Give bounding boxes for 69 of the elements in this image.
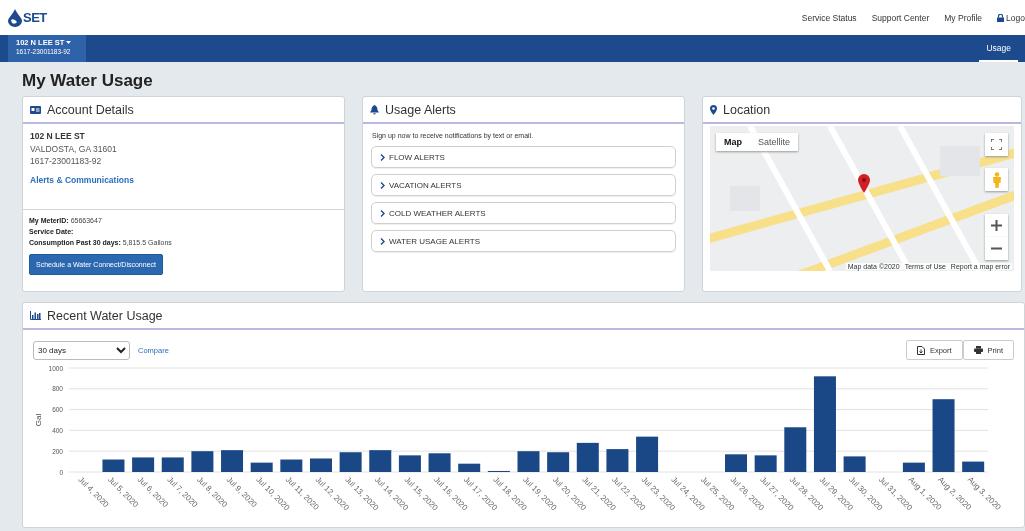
map-type-tab[interactable]: Map: [716, 133, 750, 151]
zoom-in-button[interactable]: [985, 214, 1008, 237]
usage-bar: [754, 455, 777, 472]
usage-bar: [902, 462, 925, 472]
document-icon: [916, 345, 925, 355]
usage-bar: [962, 461, 985, 472]
header-link[interactable]: Logo: [997, 12, 1025, 23]
usage-bar: [369, 450, 392, 472]
usage-bar: [132, 457, 155, 472]
usage-bar: [458, 463, 481, 472]
map-pin-icon: [710, 104, 717, 115]
usage-bar: [547, 452, 570, 472]
usage-bar: [428, 453, 451, 472]
usage-bar: [517, 451, 540, 472]
usage-bar: [398, 455, 421, 472]
printer-icon: [973, 346, 983, 354]
alert-accordion[interactable]: FLOW ALERTS: [371, 146, 676, 168]
card-title: Location: [723, 102, 771, 117]
card-title: Usage Alerts: [385, 102, 456, 117]
lock-icon: [997, 13, 1005, 22]
caret-icon: [66, 40, 72, 45]
usage-bar: [606, 449, 629, 472]
logo-text: SET: [23, 10, 47, 25]
usage-bar: [102, 459, 125, 472]
alert-accordion[interactable]: VACATION ALERTS: [371, 174, 676, 196]
y-axis-title: Gal: [34, 413, 43, 427]
plus-icon: [991, 220, 1002, 231]
fullscreen-icon: [991, 139, 1002, 150]
chevron-icon: [380, 153, 385, 161]
account-number: 1617-23001183-92: [30, 155, 103, 168]
page-title: My Water Usage: [22, 71, 153, 91]
zoom-out-button[interactable]: [985, 237, 1008, 260]
fullscreen-button[interactable]: [985, 133, 1008, 156]
nav-tab[interactable]: Usage: [979, 35, 1018, 62]
city-line: VALDOSTA, GA 31601: [30, 142, 118, 155]
usage-bar: [576, 442, 599, 472]
address-line: 102 N LEE ST: [30, 130, 86, 143]
water-drop-logo-icon: [8, 8, 22, 27]
usage-bar: [636, 436, 659, 472]
header-link[interactable]: Service Status: [801, 12, 857, 23]
card-title: Account Details: [47, 102, 134, 117]
bell-icon: [370, 104, 379, 115]
bar-chart-icon: [30, 311, 41, 320]
usage-bar: [725, 454, 747, 472]
alerts-link[interactable]: Alerts & Communications: [30, 173, 134, 186]
usage-bar: [310, 458, 332, 472]
header-link[interactable]: Support Center: [871, 12, 930, 23]
chevron-icon: [380, 237, 385, 245]
usage-bar: [784, 427, 807, 472]
alert-accordion[interactable]: COLD WEATHER ALERTS: [371, 202, 676, 224]
usage-bar: [339, 452, 362, 472]
usage-bar: [161, 457, 184, 472]
chevron-icon: [380, 209, 385, 217]
minus-icon: [991, 247, 1002, 250]
usage-bar: [280, 459, 303, 472]
id-card-icon: [30, 105, 41, 114]
alert-accordion[interactable]: WATER USAGE ALERTS: [371, 230, 676, 252]
range-select[interactable]: 30 days: [33, 340, 130, 360]
person-icon: [991, 171, 1002, 188]
chevron-icon: [380, 181, 385, 189]
map-type-tab[interactable]: Satellite: [750, 133, 799, 151]
usage-bar: [191, 451, 214, 472]
usage-bar: [250, 462, 273, 472]
usage-bar: [221, 450, 244, 472]
card-title: Recent Water Usage: [47, 308, 163, 323]
street-view-button[interactable]: [985, 168, 1008, 191]
usage-bar: [843, 456, 866, 472]
location-marker-icon: [858, 174, 870, 193]
header-link[interactable]: My Profile: [944, 12, 983, 23]
